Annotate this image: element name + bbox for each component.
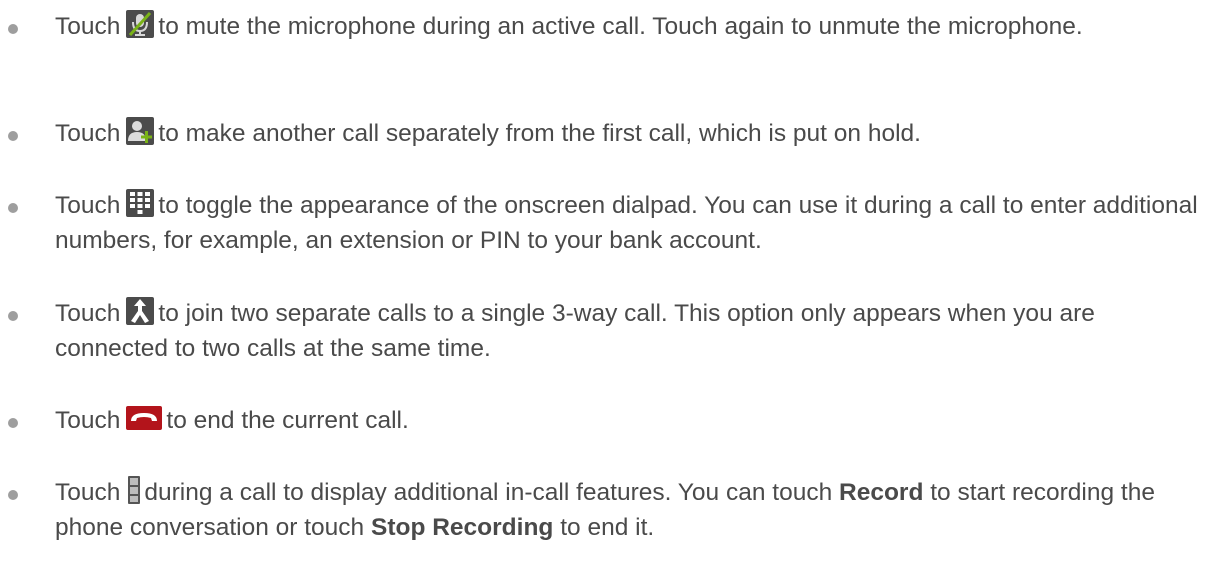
list-item-end-call: Touch to end the current call. [8,403,1205,438]
touch-label: Touch [55,300,121,327]
touch-label: Touch [55,13,121,40]
list-item-add-call: Touch to make another call separately fr… [8,116,1205,151]
item-text: to join two separate calls to a single 3… [55,300,1095,362]
item-text: to make another call separately from the… [158,120,921,147]
bullet [8,418,18,428]
list-item-mute: Touch to mute the microphone during an a… [8,9,1205,44]
touch-label: Touch [55,407,121,434]
item-text: to end the current call. [166,407,409,434]
bullet [8,490,18,500]
merge-calls-icon [126,297,155,325]
bullet [8,131,18,141]
item-text: to end it. [560,514,655,541]
end-call-icon [126,406,163,430]
stop-recording-label: Stop Recording [371,514,554,541]
touch-label: Touch [55,192,121,219]
mute-microphone-icon [126,10,155,38]
item-text: during a call to display additional in-c… [144,479,833,506]
bullet [8,203,18,213]
dialpad-icon [126,189,155,217]
item-text: to mute the microphone during an active … [158,13,1083,40]
menu-icon [128,476,141,504]
bullet [8,24,18,34]
item-text: to toggle the appearance of the onscreen… [55,192,1198,254]
list-item-menu: Touch during a call to display additiona… [8,475,1205,545]
touch-label: Touch [55,479,121,506]
list-item-merge-calls: Touch to join two separate calls to a si… [8,296,1205,366]
bullet [8,311,18,321]
touch-label: Touch [55,120,121,147]
list-item-dialpad: Touch to toggle the appearance of the on… [8,188,1205,258]
add-call-icon [126,117,155,145]
record-label: Record [839,479,924,506]
